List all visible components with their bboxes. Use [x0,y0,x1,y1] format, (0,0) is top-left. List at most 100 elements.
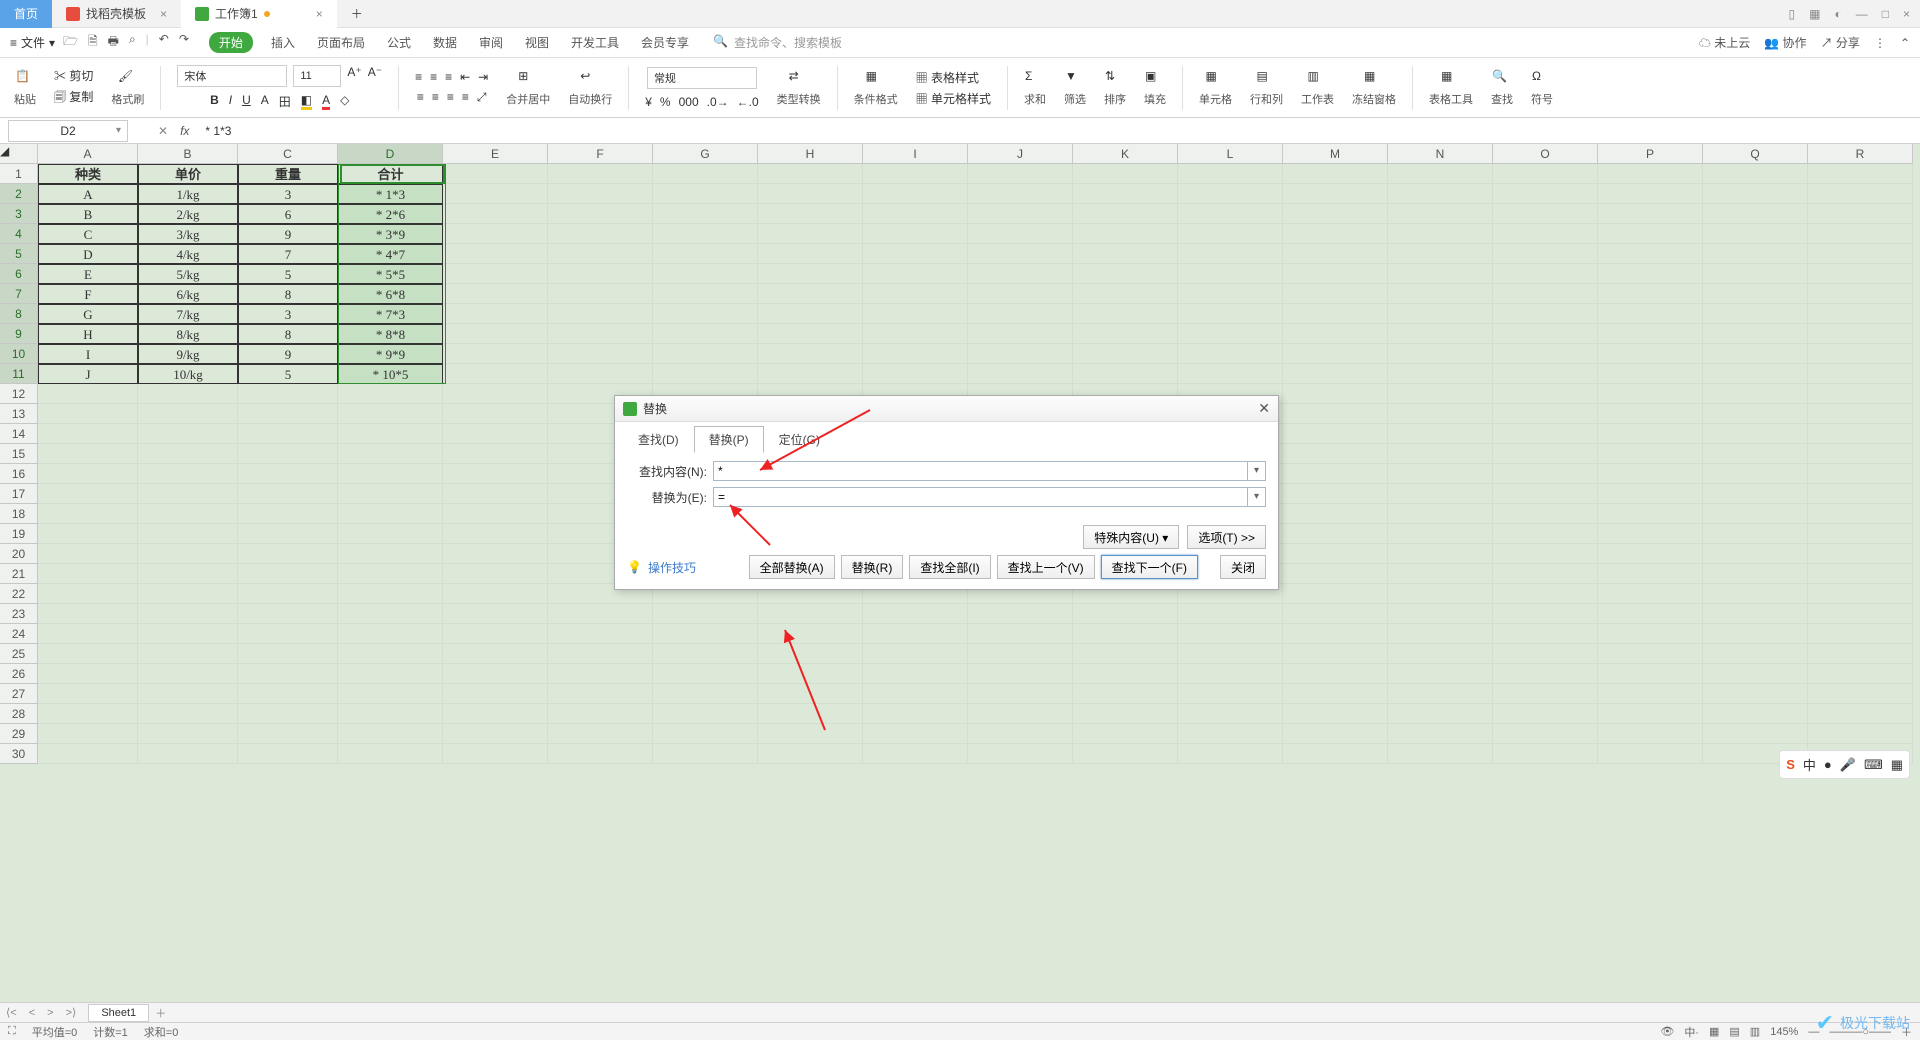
cell[interactable]: 7 [238,244,338,264]
cell[interactable]: 合计 [338,164,443,184]
cell[interactable] [1388,604,1493,624]
cell[interactable] [1808,644,1913,664]
cell[interactable] [1283,384,1388,404]
cell[interactable] [968,284,1073,304]
cell[interactable] [1283,444,1388,464]
cell[interactable] [338,624,443,644]
cell[interactable] [1808,164,1913,184]
col-head[interactable]: G [653,144,758,164]
cell[interactable]: H [38,324,138,344]
cell[interactable] [38,504,138,524]
cell[interactable] [238,644,338,664]
cell[interactable]: 2/kg [138,204,238,224]
cell[interactable] [338,424,443,444]
cell[interactable]: * 7*3 [338,304,443,324]
cell[interactable] [1703,184,1808,204]
cell[interactable] [1178,304,1283,324]
cell[interactable] [1493,284,1598,304]
table-style-button[interactable]: ▦ 表格样式 [916,69,979,86]
cell[interactable] [1703,464,1808,484]
cell[interactable] [443,284,548,304]
coop-button[interactable]: 👥 协作 [1764,34,1806,51]
col-head[interactable]: J [968,144,1073,164]
cell[interactable] [1073,624,1178,644]
cell[interactable] [758,744,863,764]
cell[interactable] [443,324,548,344]
cell[interactable] [1493,684,1598,704]
cell[interactable] [863,744,968,764]
ime-lang[interactable]: 中 [1803,755,1816,774]
cell[interactable] [138,444,238,464]
cell[interactable] [758,224,863,244]
italic-icon[interactable]: I [229,93,232,110]
cell[interactable] [238,624,338,644]
cell[interactable] [1493,604,1598,624]
cell[interactable] [1178,224,1283,244]
cell[interactable] [1493,324,1598,344]
cell[interactable]: F [38,284,138,304]
cell[interactable] [238,464,338,484]
cell[interactable] [1388,424,1493,444]
cell[interactable] [653,704,758,724]
cell[interactable] [1283,684,1388,704]
indent-inc-icon[interactable]: ⇥ [478,70,488,84]
font-select[interactable]: 宋体 [177,65,287,87]
cell[interactable] [1283,524,1388,544]
cell[interactable] [1493,364,1598,384]
cell[interactable] [968,324,1073,344]
cell[interactable] [1493,424,1598,444]
ime-toolbar[interactable]: S 中 ● 🎤 ⌨ ▦ [1779,750,1910,779]
cell[interactable] [653,604,758,624]
convert-icon[interactable]: ⇄ [789,69,809,89]
row-head[interactable]: 15 [0,444,38,464]
close-icon[interactable]: × [316,7,323,21]
cell[interactable] [238,444,338,464]
ime-punct-icon[interactable]: ● [1824,757,1832,772]
cell[interactable] [138,624,238,644]
row-head[interactable]: 30 [0,744,38,764]
next-sheet-icon[interactable]: > [41,1007,59,1019]
add-sheet-icon[interactable]: ＋ [149,1005,172,1021]
redo-icon[interactable]: ↷ [179,32,189,53]
cell[interactable] [1283,624,1388,644]
cell[interactable] [1073,244,1178,264]
cell[interactable] [1703,304,1808,324]
cell[interactable] [968,364,1073,384]
cell[interactable] [1493,664,1598,684]
cell[interactable] [1703,344,1808,364]
cut-button[interactable]: ✂ 剪切 [54,67,93,84]
replace-all-button[interactable]: 全部替换(A) [749,555,835,579]
cell[interactable] [1598,544,1703,564]
cell[interactable] [1388,344,1493,364]
cell[interactable] [443,744,548,764]
file-menu[interactable]: ≡ 文件 ▾ [10,34,55,51]
cell[interactable] [758,264,863,284]
cell[interactable] [1388,264,1493,284]
cell[interactable] [1283,304,1388,324]
sheet-tab[interactable]: Sheet1 [88,1004,149,1022]
cell[interactable] [338,524,443,544]
cell[interactable] [138,404,238,424]
tab-find[interactable]: 查找(D) [623,426,694,453]
cell[interactable] [443,184,548,204]
cell[interactable] [653,184,758,204]
increase-font-icon[interactable]: A⁺ [347,65,361,87]
cell[interactable] [238,564,338,584]
cell[interactable] [1388,204,1493,224]
cell[interactable] [1598,404,1703,424]
cell[interactable] [1703,164,1808,184]
cell[interactable] [1283,544,1388,564]
cell[interactable] [1808,304,1913,324]
cell[interactable] [1808,424,1913,444]
cell[interactable] [1598,164,1703,184]
cell[interactable] [443,604,548,624]
fill-icon[interactable]: ▣ [1145,69,1165,89]
cell[interactable] [653,264,758,284]
cell[interactable] [548,184,653,204]
cell[interactable] [238,484,338,504]
cell[interactable] [1388,444,1493,464]
cell[interactable] [1808,724,1913,744]
ribbon-tab-insert[interactable]: 插入 [267,32,299,53]
cell[interactable] [138,644,238,664]
cell[interactable] [1493,624,1598,644]
